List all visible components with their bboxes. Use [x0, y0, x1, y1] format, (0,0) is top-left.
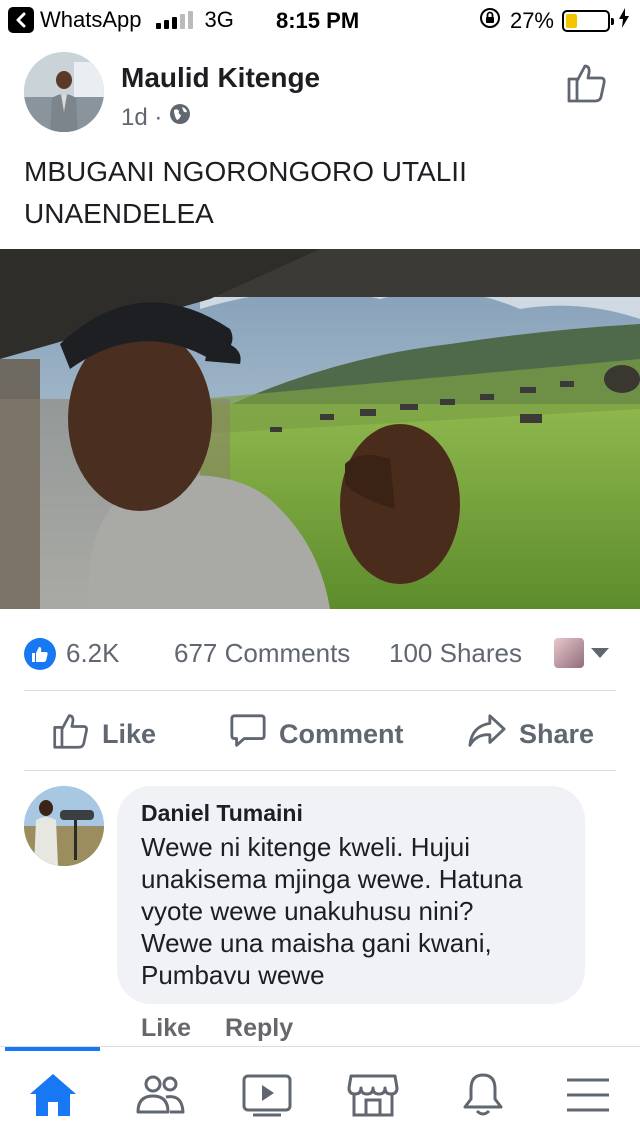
- menu-icon[interactable]: [560, 1067, 616, 1123]
- charging-icon: [618, 8, 630, 34]
- status-bar: WhatsApp 3G 8:15 PM 27%: [0, 0, 640, 40]
- signal-icon: [155, 11, 193, 29]
- post-time: 1d ·: [121, 103, 163, 131]
- comment-reply-button[interactable]: Reply: [225, 1014, 293, 1043]
- globe-icon: [168, 102, 192, 133]
- comment-like-button[interactable]: Like: [141, 1014, 191, 1043]
- network-type: 3G: [204, 7, 234, 32]
- viewer-avatar[interactable]: [554, 638, 584, 668]
- active-tab-indicator: [5, 1047, 100, 1051]
- share-label: Share: [519, 719, 595, 749]
- comment-line: vyote wewe unakuhusu nini?: [141, 896, 474, 926]
- reaction-summary: 6.2K 677 Comments 100 Shares: [0, 628, 640, 676]
- post-text: MBUGANI NGORONGORO UTALII UNAENDELEA: [24, 151, 584, 235]
- post-text-line: MBUGANI NGORONGORO UTALII: [24, 156, 467, 187]
- home-icon[interactable]: [25, 1067, 81, 1123]
- comment-icon: [229, 712, 267, 757]
- comment-button[interactable]: Comment: [229, 712, 404, 757]
- chevron-down-icon[interactable]: [591, 648, 609, 658]
- back-to-app-button[interactable]: WhatsApp: [8, 7, 142, 33]
- orientation-lock-icon: [478, 6, 502, 36]
- bottom-tab-bar: [0, 1046, 640, 1136]
- friends-icon[interactable]: [132, 1067, 188, 1123]
- comment-bubble: Daniel Tumaini Wewe ni kitenge kweli. Hu…: [117, 786, 585, 1004]
- share-button[interactable]: Share: [467, 712, 594, 757]
- comment-label: Comment: [279, 719, 404, 749]
- shares-count[interactable]: 100 Shares: [389, 638, 522, 669]
- status-time: 8:15 PM: [276, 8, 360, 33]
- commenter-avatar[interactable]: [24, 786, 104, 866]
- comment-line: Wewe ni kitenge kweli. Hujui: [141, 832, 470, 862]
- like-reaction-icon: [24, 638, 56, 670]
- back-app-label: WhatsApp: [40, 7, 142, 32]
- divider: [24, 690, 616, 691]
- author-avatar[interactable]: [24, 52, 104, 132]
- share-icon: [467, 712, 507, 757]
- post-text-line: UNAENDELEA: [24, 198, 214, 229]
- comment-line: Pumbavu wewe: [141, 960, 325, 990]
- like-label: Like: [102, 719, 157, 749]
- like-button[interactable]: Like: [52, 712, 156, 757]
- divider: [24, 770, 616, 771]
- post-video[interactable]: [0, 249, 640, 609]
- post-meta: 1d ·: [121, 102, 192, 133]
- back-chevron-icon: [8, 7, 34, 33]
- commenter-name[interactable]: Daniel Tumaini: [141, 800, 561, 827]
- comment-line: Wewe una maisha gani kwani,: [141, 928, 492, 958]
- marketplace-icon[interactable]: [345, 1067, 401, 1123]
- comment-text: Wewe ni kitenge kweli. Hujui unakisema m…: [141, 831, 561, 991]
- watch-icon[interactable]: [239, 1067, 295, 1123]
- comment-actions: Like Reply: [141, 1014, 293, 1043]
- notifications-icon[interactable]: [455, 1067, 511, 1123]
- author-name[interactable]: Maulid Kitenge: [121, 62, 320, 94]
- like-count[interactable]: 6.2K: [66, 638, 120, 669]
- page-like-button[interactable]: [566, 62, 608, 109]
- battery-percent: 27%: [509, 8, 554, 33]
- battery-icon: [562, 10, 614, 32]
- post-actions: Like Comment Share: [0, 700, 640, 766]
- thumbs-up-icon: [52, 712, 90, 757]
- comment-line: unakisema mjinga wewe. Hatuna: [141, 864, 523, 894]
- comments-count[interactable]: 677 Comments: [174, 638, 350, 669]
